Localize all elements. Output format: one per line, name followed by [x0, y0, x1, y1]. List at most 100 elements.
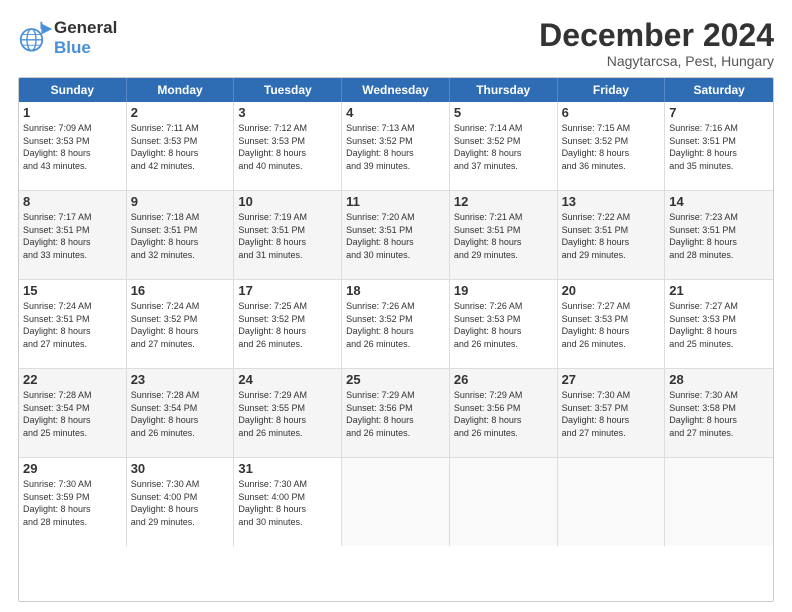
calendar-header: Sunday Monday Tuesday Wednesday Thursday…: [19, 78, 773, 102]
day-info: Sunrise: 7:23 AM Sunset: 3:51 PM Dayligh…: [669, 211, 769, 261]
day-info: Sunrise: 7:30 AM Sunset: 4:00 PM Dayligh…: [238, 478, 337, 528]
calendar-cell: 30 Sunrise: 7:30 AM Sunset: 4:00 PM Dayli…: [127, 458, 235, 546]
calendar-cell: 27 Sunrise: 7:30 AM Sunset: 3:57 PM Dayli…: [558, 369, 666, 457]
day-number: 12: [454, 194, 553, 209]
day-number: 27: [562, 372, 661, 387]
logo-line2: Blue: [54, 38, 117, 58]
day-info: Sunrise: 7:27 AM Sunset: 3:53 PM Dayligh…: [669, 300, 769, 350]
calendar-cell: 28 Sunrise: 7:30 AM Sunset: 3:58 PM Dayli…: [665, 369, 773, 457]
header-friday: Friday: [558, 78, 666, 102]
day-info: Sunrise: 7:29 AM Sunset: 3:56 PM Dayligh…: [454, 389, 553, 439]
calendar-cell: 24 Sunrise: 7:29 AM Sunset: 3:55 PM Dayli…: [234, 369, 342, 457]
day-info: Sunrise: 7:17 AM Sunset: 3:51 PM Dayligh…: [23, 211, 122, 261]
day-number: 1: [23, 105, 122, 120]
day-number: 26: [454, 372, 553, 387]
day-info: Sunrise: 7:30 AM Sunset: 3:58 PM Dayligh…: [669, 389, 769, 439]
calendar-cell: [342, 458, 450, 546]
calendar-cell: 16 Sunrise: 7:24 AM Sunset: 3:52 PM Dayli…: [127, 280, 235, 368]
calendar-cell: 22Sunrise: 7:28 AM Sunset: 3:54 PM Dayli…: [19, 369, 127, 457]
day-number: 10: [238, 194, 337, 209]
day-info: Sunrise: 7:22 AM Sunset: 3:51 PM Dayligh…: [562, 211, 661, 261]
day-number: 2: [131, 105, 230, 120]
page: General Blue December 2024 Nagytarcsa, P…: [0, 0, 792, 612]
day-info: Sunrise: 7:28 AM Sunset: 3:54 PM Dayligh…: [23, 389, 122, 439]
day-number: 16: [131, 283, 230, 298]
calendar-row-4: 22Sunrise: 7:28 AM Sunset: 3:54 PM Dayli…: [19, 369, 773, 458]
day-number: 17: [238, 283, 337, 298]
day-number: 14: [669, 194, 769, 209]
calendar-row-3: 15 Sunrise: 7:24 AM Sunset: 3:51 PM Dayli…: [19, 280, 773, 369]
day-info: Sunrise: 7:26 AM Sunset: 3:53 PM Dayligh…: [454, 300, 553, 350]
day-info: Sunrise: 7:11 AM Sunset: 3:53 PM Dayligh…: [131, 122, 230, 172]
day-number: 13: [562, 194, 661, 209]
calendar-cell: 18 Sunrise: 7:26 AM Sunset: 3:52 PM Dayli…: [342, 280, 450, 368]
day-info: Sunrise: 7:12 AM Sunset: 3:53 PM Dayligh…: [238, 122, 337, 172]
day-number: 25: [346, 372, 445, 387]
day-info: Sunrise: 7:13 AM Sunset: 3:52 PM Dayligh…: [346, 122, 445, 172]
day-info: Sunrise: 7:29 AM Sunset: 3:55 PM Dayligh…: [238, 389, 337, 439]
day-number: 31: [238, 461, 337, 476]
logo: General Blue: [18, 18, 117, 57]
calendar-row-2: 8 Sunrise: 7:17 AM Sunset: 3:51 PM Daylig…: [19, 191, 773, 280]
day-number: 30: [131, 461, 230, 476]
day-info: Sunrise: 7:26 AM Sunset: 3:52 PM Dayligh…: [346, 300, 445, 350]
calendar-cell: 11Sunrise: 7:20 AM Sunset: 3:51 PM Dayli…: [342, 191, 450, 279]
header-saturday: Saturday: [665, 78, 773, 102]
calendar-cell: 4 Sunrise: 7:13 AM Sunset: 3:52 PM Daylig…: [342, 102, 450, 190]
day-number: 5: [454, 105, 553, 120]
day-number: 6: [562, 105, 661, 120]
calendar-cell: 7Sunrise: 7:16 AM Sunset: 3:51 PM Daylig…: [665, 102, 773, 190]
day-number: 28: [669, 372, 769, 387]
day-number: 18: [346, 283, 445, 298]
calendar-cell: 19 Sunrise: 7:26 AM Sunset: 3:53 PM Dayli…: [450, 280, 558, 368]
calendar-cell: 29 Sunrise: 7:30 AM Sunset: 3:59 PM Dayli…: [19, 458, 127, 546]
day-info: Sunrise: 7:27 AM Sunset: 3:53 PM Dayligh…: [562, 300, 661, 350]
logo-icon: [18, 20, 54, 56]
calendar-cell: 15 Sunrise: 7:24 AM Sunset: 3:51 PM Dayli…: [19, 280, 127, 368]
calendar-cell: 10 Sunrise: 7:19 AM Sunset: 3:51 PM Dayli…: [234, 191, 342, 279]
calendar-cell: 23 Sunrise: 7:28 AM Sunset: 3:54 PM Dayli…: [127, 369, 235, 457]
calendar-cell: 20 Sunrise: 7:27 AM Sunset: 3:53 PM Dayli…: [558, 280, 666, 368]
day-number: 23: [131, 372, 230, 387]
calendar-cell: 21 Sunrise: 7:27 AM Sunset: 3:53 PM Dayli…: [665, 280, 773, 368]
calendar-row-5: 29 Sunrise: 7:30 AM Sunset: 3:59 PM Dayli…: [19, 458, 773, 546]
calendar-cell: 12 Sunrise: 7:21 AM Sunset: 3:51 PM Dayli…: [450, 191, 558, 279]
calendar-cell: [558, 458, 666, 546]
logo-line1: General: [54, 18, 117, 38]
calendar-cell: 5 Sunrise: 7:14 AM Sunset: 3:52 PM Daylig…: [450, 102, 558, 190]
day-info: Sunrise: 7:19 AM Sunset: 3:51 PM Dayligh…: [238, 211, 337, 261]
day-info: Sunrise: 7:24 AM Sunset: 3:52 PM Dayligh…: [131, 300, 230, 350]
day-number: 24: [238, 372, 337, 387]
calendar-cell: 31 Sunrise: 7:30 AM Sunset: 4:00 PM Dayli…: [234, 458, 342, 546]
day-number: 4: [346, 105, 445, 120]
day-number: 15: [23, 283, 122, 298]
day-number: 9: [131, 194, 230, 209]
day-number: 20: [562, 283, 661, 298]
header-thursday: Thursday: [450, 78, 558, 102]
calendar: Sunday Monday Tuesday Wednesday Thursday…: [18, 77, 774, 602]
day-info: Sunrise: 7:30 AM Sunset: 3:57 PM Dayligh…: [562, 389, 661, 439]
day-info: Sunrise: 7:30 AM Sunset: 3:59 PM Dayligh…: [23, 478, 122, 528]
day-info: Sunrise: 7:28 AM Sunset: 3:54 PM Dayligh…: [131, 389, 230, 439]
calendar-cell: 3Sunrise: 7:12 AM Sunset: 3:53 PM Daylig…: [234, 102, 342, 190]
day-info: Sunrise: 7:24 AM Sunset: 3:51 PM Dayligh…: [23, 300, 122, 350]
day-info: Sunrise: 7:18 AM Sunset: 3:51 PM Dayligh…: [131, 211, 230, 261]
day-info: Sunrise: 7:30 AM Sunset: 4:00 PM Dayligh…: [131, 478, 230, 528]
day-info: Sunrise: 7:14 AM Sunset: 3:52 PM Dayligh…: [454, 122, 553, 172]
main-title: December 2024: [539, 18, 774, 53]
day-number: 21: [669, 283, 769, 298]
day-number: 29: [23, 461, 122, 476]
calendar-cell: 2 Sunrise: 7:11 AM Sunset: 3:53 PM Daylig…: [127, 102, 235, 190]
calendar-cell: 9 Sunrise: 7:18 AM Sunset: 3:51 PM Daylig…: [127, 191, 235, 279]
calendar-row-1: 1Sunrise: 7:09 AM Sunset: 3:53 PM Daylig…: [19, 102, 773, 191]
title-block: December 2024 Nagytarcsa, Pest, Hungary: [539, 18, 774, 69]
calendar-cell: 14 Sunrise: 7:23 AM Sunset: 3:51 PM Dayli…: [665, 191, 773, 279]
calendar-cell: 13 Sunrise: 7:22 AM Sunset: 3:51 PM Dayli…: [558, 191, 666, 279]
calendar-cell: [450, 458, 558, 546]
day-number: 19: [454, 283, 553, 298]
day-info: Sunrise: 7:20 AM Sunset: 3:51 PM Dayligh…: [346, 211, 445, 261]
day-number: 8: [23, 194, 122, 209]
calendar-cell: 6Sunrise: 7:15 AM Sunset: 3:52 PM Daylig…: [558, 102, 666, 190]
day-info: Sunrise: 7:29 AM Sunset: 3:56 PM Dayligh…: [346, 389, 445, 439]
day-info: Sunrise: 7:21 AM Sunset: 3:51 PM Dayligh…: [454, 211, 553, 261]
